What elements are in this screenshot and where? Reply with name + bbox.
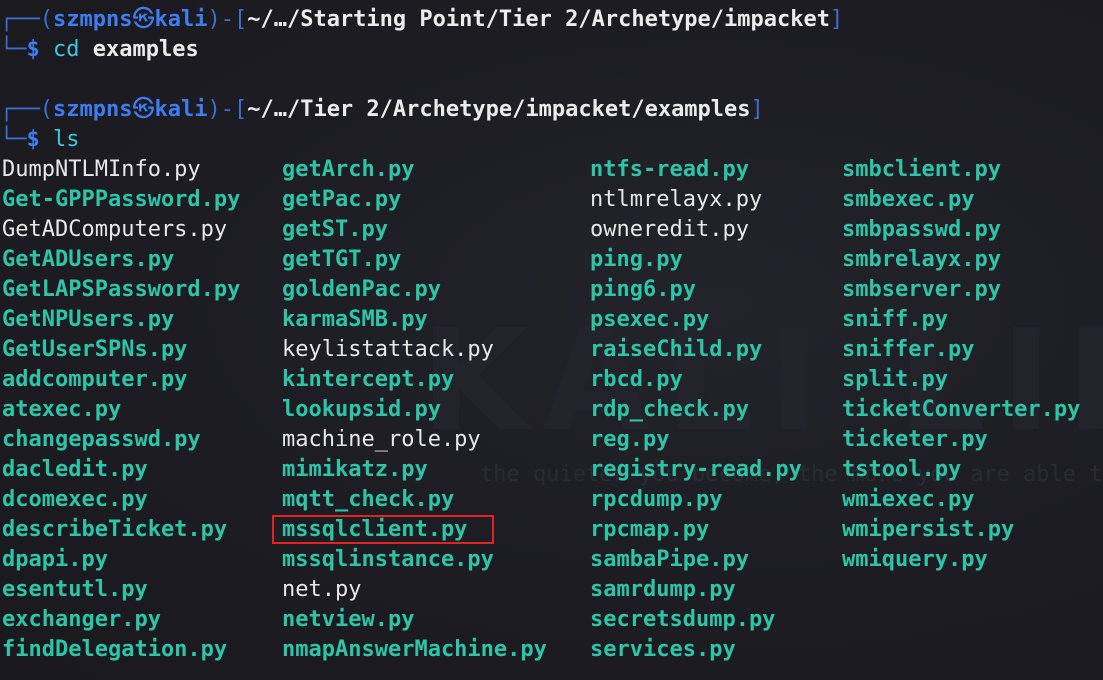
file-item: goldenPac.py	[282, 277, 441, 302]
file-item: dpapi.py	[2, 547, 108, 572]
prompt-dollar: $	[26, 37, 40, 62]
file-item: rdp_check.py	[590, 397, 749, 422]
file-item: wmiquery.py	[842, 547, 988, 572]
file-item: samrdump.py	[590, 577, 736, 602]
prompt-dollar: $	[26, 127, 40, 152]
file-item: smbserver.py	[842, 277, 1001, 302]
file-item: ntlmrelayx.py	[590, 187, 763, 212]
file-item: mqtt_check.py	[282, 487, 455, 512]
file-item: ticketer.py	[842, 427, 988, 452]
file-item: wmiexec.py	[842, 487, 975, 512]
file-item: changepasswd.py	[2, 427, 201, 452]
file-item: mimikatz.py	[282, 457, 428, 482]
file-item: GetADComputers.py	[2, 217, 228, 242]
file-item: atexec.py	[2, 397, 122, 422]
file-item: net.py	[282, 577, 362, 602]
file-item: kintercept.py	[282, 367, 455, 392]
prompt-user: szmpns	[52, 97, 133, 122]
file-item: lookupsid.py	[282, 397, 441, 422]
file-item: services.py	[590, 637, 736, 662]
file-item: karmaSMB.py	[282, 307, 428, 332]
file-item: machine_role.py	[282, 427, 481, 452]
file-item: owneredit.py	[590, 217, 749, 242]
command-name: ls	[53, 127, 80, 152]
file-item: getPac.py	[282, 187, 402, 212]
file-item: Get-GPPPassword.py	[2, 187, 241, 212]
file-item: esentutl.py	[2, 577, 148, 602]
file-item: getST.py	[282, 217, 388, 242]
file-item: split.py	[842, 367, 948, 392]
prompt-box: )-[	[207, 97, 248, 122]
prompt-box: )-[	[207, 7, 248, 32]
file-item: GetLAPSPassword.py	[2, 277, 241, 302]
highlight-box	[272, 515, 494, 544]
prompt-box: ┌──(	[0, 97, 53, 122]
prompt-path: ~/…/Starting Point/Tier 2/Archetype/impa…	[247, 7, 831, 32]
command-name: cd	[53, 37, 80, 62]
file-item: smbrelayx.py	[842, 247, 1001, 272]
file-item: raiseChild.py	[590, 337, 763, 362]
file-item: getArch.py	[282, 157, 415, 182]
file-item: nmapAnswerMachine.py	[282, 637, 547, 662]
file-item: getTGT.py	[282, 247, 402, 272]
skull-icon: ㉿	[132, 97, 155, 122]
file-item: sniffer.py	[842, 337, 975, 362]
command-line: └─$ ls	[0, 125, 80, 155]
command-line: └─$ cd examples	[0, 35, 199, 65]
file-item: wmipersist.py	[842, 517, 1015, 542]
file-item: addcomputer.py	[2, 367, 188, 392]
prompt-line: ┌──(szmpns㉿kali)-[~/…/Tier 2/Archetype/i…	[0, 95, 764, 125]
prompt-user: szmpns	[52, 7, 133, 32]
file-item: dacledit.py	[2, 457, 148, 482]
prompt-box: └─	[0, 37, 27, 62]
file-item: GetUserSPNs.py	[2, 337, 188, 362]
prompt-box: └─	[0, 127, 27, 152]
file-item: smbclient.py	[842, 157, 1001, 182]
file-item: tstool.py	[842, 457, 962, 482]
terminal-window[interactable]: KALI LINUX the quieter you become, the m…	[0, 0, 1103, 680]
prompt-host: kali	[154, 97, 208, 122]
prompt-host: kali	[154, 7, 208, 32]
file-item: GetNPUsers.py	[2, 307, 175, 332]
file-item: psexec.py	[590, 307, 710, 332]
file-item: registry-read.py	[590, 457, 802, 482]
file-item: mssqlinstance.py	[282, 547, 494, 572]
file-item: describeTicket.py	[2, 517, 228, 542]
file-item: ping6.py	[590, 277, 696, 302]
file-item: ntfs-read.py	[590, 157, 749, 182]
file-item: ping.py	[590, 247, 683, 272]
file-item: rbcd.py	[590, 367, 683, 392]
prompt-box: ]	[750, 97, 764, 122]
prompt-line: ┌──(szmpns㉿kali)-[~/…/Starting Point/Tie…	[0, 5, 843, 35]
prompt-path: ~/…/Tier 2/Archetype/impacket/examples	[247, 97, 751, 122]
file-item: netview.py	[282, 607, 415, 632]
file-item: rpcdump.py	[590, 487, 723, 512]
command-argument: examples	[92, 37, 199, 62]
file-item: ticketConverter.py	[842, 397, 1081, 422]
file-item: exchanger.py	[2, 607, 161, 632]
file-item: dcomexec.py	[2, 487, 148, 512]
skull-icon: ㉿	[132, 7, 155, 32]
prompt-box: ]	[830, 7, 844, 32]
file-item: sniff.py	[842, 307, 948, 332]
file-item: secretsdump.py	[590, 607, 776, 632]
file-item: GetADUsers.py	[2, 247, 175, 272]
file-item: rpcmap.py	[590, 517, 710, 542]
file-item: findDelegation.py	[2, 637, 228, 662]
file-item: reg.py	[590, 427, 670, 452]
file-item: keylistattack.py	[282, 337, 494, 362]
prompt-box: ┌──(	[0, 7, 53, 32]
file-item: smbpasswd.py	[842, 217, 1001, 242]
file-item: smbexec.py	[842, 187, 975, 212]
kali-watermark-logo: KALI LINUX	[420, 300, 1103, 463]
file-item: sambaPipe.py	[590, 547, 749, 572]
file-item: DumpNTLMInfo.py	[2, 157, 201, 182]
